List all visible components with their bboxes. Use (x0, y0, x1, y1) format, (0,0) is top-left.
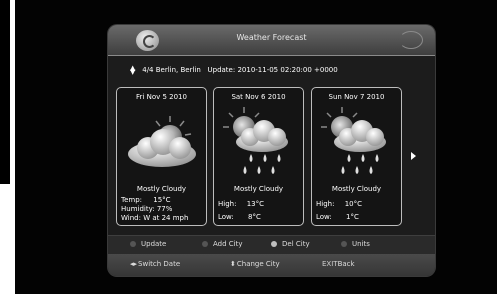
low-value: 1°C (346, 213, 359, 221)
forecast-condition: Mostly Cloudy (233, 185, 284, 193)
color-button-bar: Update Add City Del City Units (108, 235, 435, 255)
up-down-arrows-icon: ▲ ▼ (130, 64, 136, 76)
header-bar: Weather Forecast (108, 25, 435, 56)
page-title: Weather Forecast (236, 33, 307, 42)
wind-row: Wind: W at 24 mph (121, 214, 188, 222)
forecast-date: Sat Nov 6 2010 (231, 93, 286, 101)
temp-value: 15°C (153, 196, 171, 204)
decor-swirl-icon (399, 31, 423, 49)
high-row: High: 10°C (316, 200, 362, 208)
humidity-value: 77% (156, 205, 173, 213)
high-value: 10°C (344, 200, 362, 208)
update-button[interactable]: Update (130, 240, 166, 248)
low-row: Low: 1°C (316, 213, 359, 221)
navigation-hint-bar: ◂▸Switch Date ⬍Change City EXITBack (108, 254, 435, 276)
wind-label: Wind: (121, 214, 141, 222)
grey-button-icon (130, 241, 136, 247)
del-city-button[interactable]: Del City (271, 240, 310, 248)
weather-panel: Weather Forecast ▲ ▼ 4/4 Berlin, Berlin U… (108, 25, 435, 276)
humidity-label: Humidity: (121, 205, 155, 213)
light-button-icon (271, 241, 277, 247)
low-value: 8°C (248, 213, 261, 221)
units-button-label: Units (352, 240, 370, 248)
switch-date-hint[interactable]: ◂▸Switch Date (130, 260, 180, 268)
high-label: High: (218, 200, 237, 208)
change-city-label: Change City (236, 260, 280, 268)
del-city-button-label: Del City (282, 240, 310, 248)
exit-back-hint[interactable]: EXITBack (322, 260, 355, 268)
forecast-date: Sun Nov 7 2010 (328, 93, 385, 101)
wind-value: W at 24 mph (143, 214, 189, 222)
next-city-arrow-icon[interactable] (411, 152, 416, 160)
forecast-card-day2[interactable]: Sat Nov 6 2010 Mostly Cloudy High: 13°C … (213, 87, 304, 226)
forecast-condition: Mostly Cloudy (331, 185, 382, 193)
switch-date-label: Switch Date (138, 260, 181, 268)
grey-button-icon (341, 241, 347, 247)
back-label: Back (337, 260, 355, 268)
forecast-card-day1[interactable]: Fri Nov 5 2010 Mostly Cloudy Temp: 15°C … (116, 87, 207, 226)
update-label: Update: (207, 66, 236, 74)
change-city-hint[interactable]: ⬍Change City (230, 260, 280, 268)
update-button-label: Update (141, 240, 167, 248)
forecast-card-day3[interactable]: Sun Nov 7 2010 Mostly Cloudy High: 10°C … (311, 87, 402, 226)
up-down-arrows-icon: ⬍ (230, 260, 236, 268)
update-value: 2010-11-05 02:20:00 +0000 (237, 66, 338, 74)
units-button[interactable]: Units (341, 240, 370, 248)
humidity-row: Humidity: 77% (121, 205, 172, 213)
forecast-date: Fri Nov 5 2010 (136, 93, 187, 101)
forecast-condition: Mostly Cloudy (136, 185, 187, 193)
rain-sun-icon (321, 107, 386, 174)
tv-screen: Weather Forecast ▲ ▼ 4/4 Berlin, Berlin U… (15, 0, 497, 294)
left-edge-frame (0, 0, 10, 184)
location-index: 4/4 (142, 66, 154, 74)
add-city-button-label: Add City (213, 240, 243, 248)
low-row: Low: 8°C (218, 213, 261, 221)
high-value: 13°C (246, 200, 264, 208)
location-bar[interactable]: ▲ ▼ 4/4 Berlin, Berlin Update: 2010-11-05… (130, 64, 338, 76)
location-city: Berlin, Berlin (155, 66, 201, 74)
partly-cloudy-icon (128, 116, 196, 167)
rain-sun-icon (223, 107, 288, 174)
low-label: Low: (316, 213, 332, 221)
temp-label: Temp: (121, 196, 143, 204)
left-right-arrows-icon: ◂▸ (130, 260, 138, 268)
add-city-button[interactable]: Add City (202, 240, 243, 248)
high-label: High: (316, 200, 335, 208)
high-row: High: 13°C (218, 200, 264, 208)
grey-button-icon (202, 241, 208, 247)
low-label: Low: (218, 213, 234, 221)
exit-key-label: EXIT (322, 260, 338, 268)
temp-row: Temp: 15°C (121, 196, 171, 204)
